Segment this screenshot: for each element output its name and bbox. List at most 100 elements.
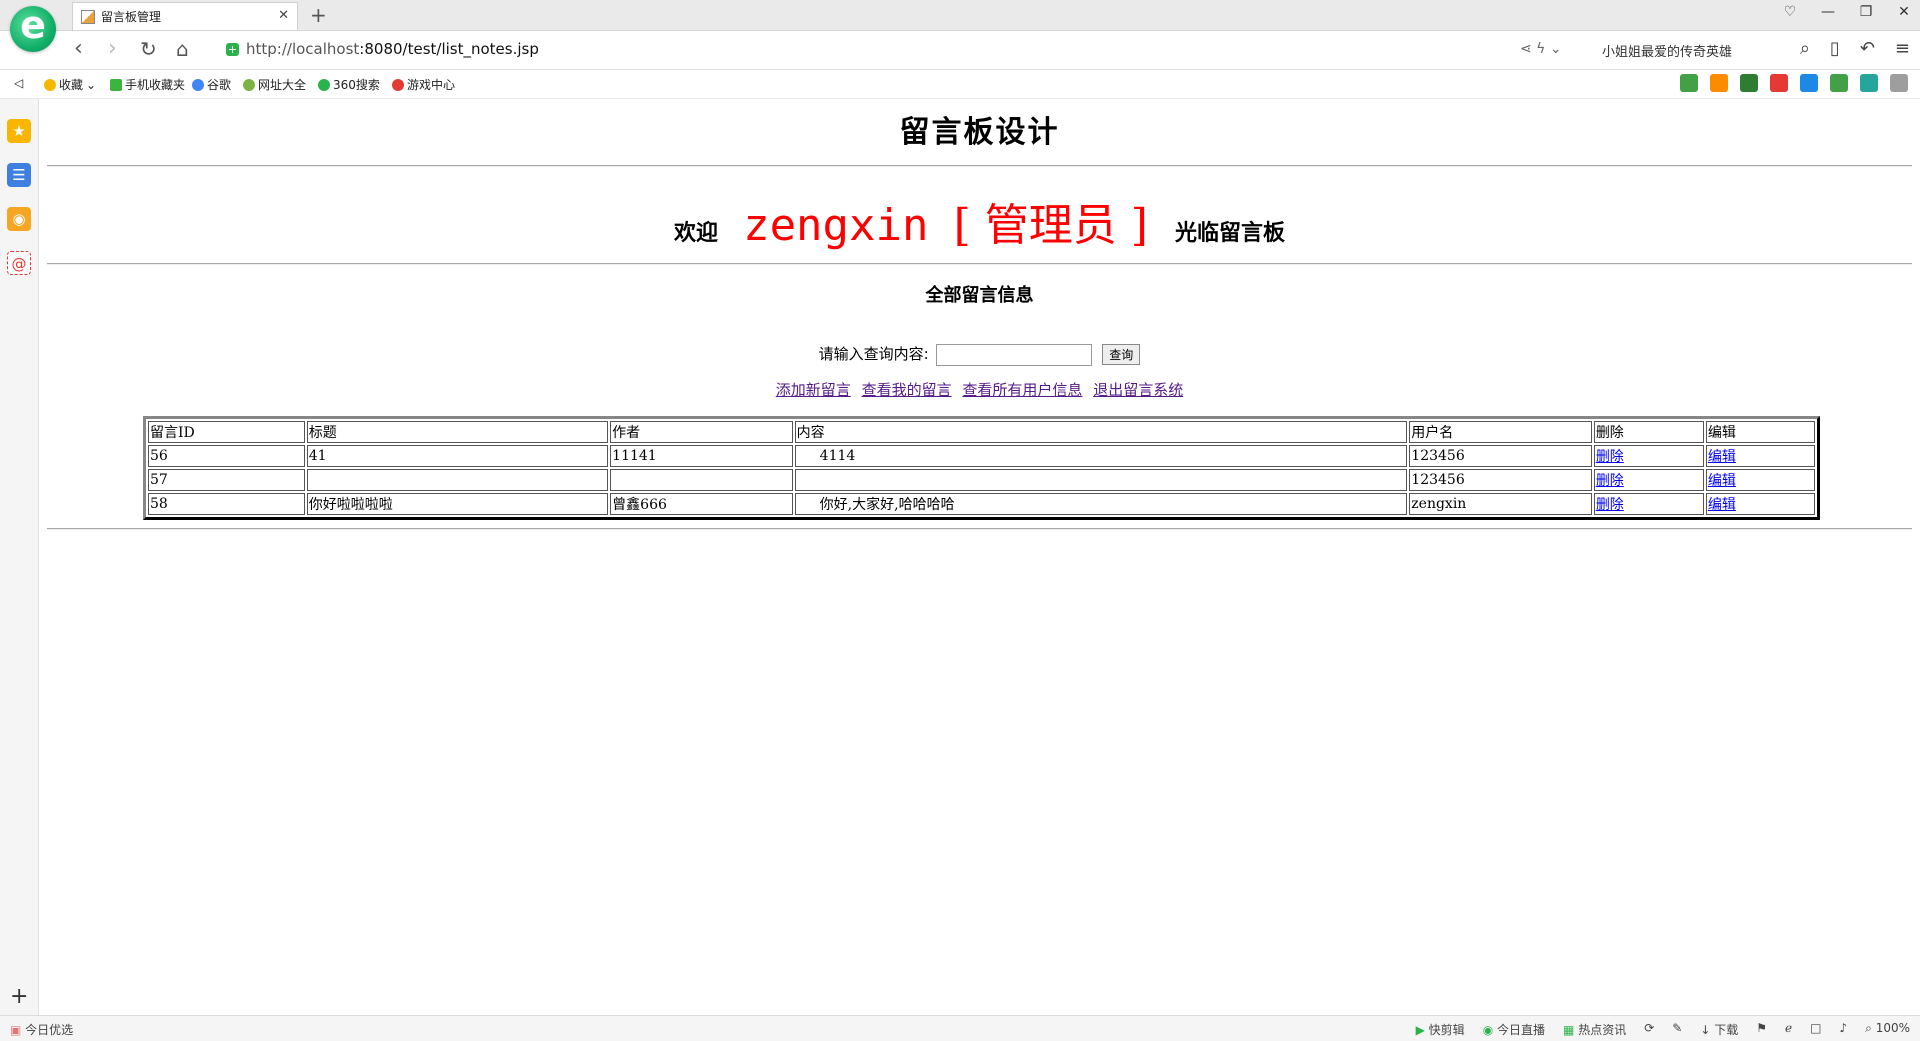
grid-icon[interactable] (1890, 74, 1908, 92)
pin-icon[interactable]: ✎ (1672, 1021, 1682, 1038)
page-content: 留言板设计 欢迎 zengxin [ 管理员 ] 光临留言板 全部留言信息 请输… (39, 99, 1920, 1015)
url-host: http://localhost (246, 40, 360, 58)
status-live[interactable]: ◉ 今日直播 (1483, 1021, 1545, 1038)
bookmark-games[interactable]: 游戏中心 (392, 76, 455, 93)
delete-link[interactable]: 删除 (1596, 473, 1624, 489)
restore-icon[interactable]: ❐ (1858, 4, 1874, 20)
share-icon[interactable]: ⋖ ϟ ⌄ (1520, 41, 1562, 57)
search-hint[interactable]: 小姐姐最爱的传奇英雄 (1602, 41, 1732, 60)
flag-icon[interactable]: ⚑ (1756, 1021, 1767, 1038)
globe-icon (243, 78, 255, 91)
favorites-star-icon[interactable]: ★ (7, 119, 31, 143)
status-zoom[interactable]: ⌕ 100% (1865, 1021, 1910, 1038)
bookmark-label: 网址大全 (258, 78, 307, 92)
back-icon[interactable]: ‹ (74, 37, 83, 61)
url-path: :8080/test/list_notes.jsp (359, 40, 539, 58)
tab-title: 留言板管理 (101, 10, 162, 24)
my-notes-link[interactable]: 查看我的留言 (862, 381, 952, 399)
minimize-icon[interactable]: — (1820, 4, 1836, 20)
delete-link[interactable]: 删除 (1596, 449, 1624, 465)
cell-id: 57 (148, 469, 305, 491)
weibo-icon[interactable]: ◉ (7, 207, 31, 231)
new-tab-icon[interactable]: + (310, 3, 327, 27)
edit-link[interactable]: 编辑 (1708, 473, 1736, 489)
table-row: 56 41 11141 4114 123456 删除 编辑 (148, 445, 1815, 467)
skin-icon[interactable]: ♡ (1782, 4, 1798, 20)
user-role: [ 管理员 ] (953, 200, 1148, 251)
bookmark-hao[interactable]: 网址大全 (243, 76, 306, 93)
close-window-icon[interactable]: ✕ (1896, 4, 1912, 20)
translate-icon[interactable] (1740, 74, 1758, 92)
play-icon: ▶ (1415, 1023, 1425, 1037)
add-sidebar-icon[interactable]: + (10, 984, 28, 1009)
undo-icon[interactable]: ↶ (1860, 38, 1875, 59)
extension-icons (1680, 74, 1908, 92)
edit-link[interactable]: 编辑 (1708, 497, 1736, 513)
download-icon: ↓ (1700, 1023, 1711, 1037)
phone-icon (110, 78, 122, 91)
magnifier-icon[interactable] (1800, 74, 1818, 92)
header-content: 内容 (794, 421, 1408, 443)
cell-delete: 删除 (1593, 469, 1704, 491)
status-label: 100% (1875, 1021, 1910, 1035)
cell-username: 123456 (1409, 445, 1592, 467)
url-text[interactable]: http://localhost:8080/test/list_notes.js… (246, 40, 539, 58)
cell-content: 4114 (794, 445, 1408, 467)
bookmark-google[interactable]: 谷歌 (192, 76, 231, 93)
close-tab-icon[interactable]: ✕ (278, 8, 289, 23)
bookmark-favorites[interactable]: 收藏 ⌄ (44, 76, 96, 93)
status-clip[interactable]: ▶ 快剪辑 (1416, 1021, 1465, 1038)
bookmark-label: 360搜索 (333, 78, 380, 92)
add-note-link[interactable]: 添加新留言 (776, 381, 851, 399)
menu-icon[interactable]: ≡ (1895, 38, 1910, 59)
game-icon (392, 78, 404, 91)
search-button[interactable]: 查询 (1102, 344, 1141, 365)
shield-icon[interactable] (1860, 74, 1878, 92)
reading-icon[interactable]: ▯ (1830, 38, 1840, 59)
sidebar-toggle-icon[interactable]: ◁ (14, 76, 23, 90)
nav-tools: ⌕ ▯ ↶ ≡ (1800, 38, 1910, 59)
bookmark-360[interactable]: 360搜索 (318, 76, 380, 93)
edit-link[interactable]: 编辑 (1708, 449, 1736, 465)
home-icon[interactable]: ⌂ (176, 37, 189, 61)
today-picks[interactable]: ▣ 今日优选 (10, 1021, 73, 1038)
list-icon[interactable]: ☰ (7, 163, 31, 187)
star-icon (44, 78, 56, 91)
welcome-prefix: 欢迎 (673, 220, 718, 246)
all-users-link[interactable]: 查看所有用户信息 (962, 381, 1082, 399)
table-header-row: 留言ID 标题 作者 内容 用户名 删除 编辑 (148, 421, 1815, 443)
title-bar: 留言板管理 ✕ + ♡ — ❐ ✕ (0, 0, 1920, 31)
app-icon[interactable] (1710, 74, 1728, 92)
sound-icon[interactable]: ♪ (1839, 1021, 1847, 1038)
cell-author: 11141 (610, 445, 793, 467)
bookmark-label: 游戏中心 (407, 78, 456, 92)
status-news[interactable]: ▦ 热点资讯 (1563, 1021, 1626, 1038)
welcome-suffix: 光临留言板 (1175, 220, 1286, 246)
forward-icon[interactable]: › (108, 37, 117, 61)
window-icon[interactable]: □ (1810, 1021, 1821, 1038)
ie-icon[interactable]: ℯ (1785, 1021, 1792, 1038)
scissors-icon[interactable] (1770, 74, 1788, 92)
browser-tab[interactable]: 留言板管理 ✕ (72, 2, 298, 30)
refresh-status-icon[interactable]: ⟳ (1644, 1021, 1654, 1038)
header-id: 留言ID (148, 421, 305, 443)
window-controls: ♡ — ❐ ✕ (1782, 4, 1912, 20)
mail-icon[interactable]: @ (7, 251, 31, 275)
gamepad-icon[interactable] (1830, 74, 1848, 92)
browser-logo[interactable] (10, 3, 56, 52)
search-icon[interactable]: ⌕ (1800, 38, 1810, 59)
search-input[interactable] (935, 343, 1092, 366)
address-bar[interactable]: + http://localhost:8080/test/list_notes.… (218, 35, 1508, 63)
status-tools: ▶ 快剪辑 ◉ 今日直播 ▦ 热点资讯 ⟳ ✎ ↓ 下载 ⚑ ℯ □ ♪ ⌕ 1… (1416, 1021, 1910, 1038)
section-title: 全部留言信息 (925, 285, 1034, 306)
reload-icon[interactable]: ↻ (140, 37, 157, 61)
table-row: 57 123456 删除 编辑 (148, 469, 1815, 491)
cell-id: 58 (148, 493, 305, 515)
status-label: 快剪辑 (1428, 1023, 1465, 1037)
status-download[interactable]: ↓ 下载 (1700, 1021, 1738, 1038)
bookmark-mobile[interactable]: 手机收藏夹 (110, 76, 185, 93)
google-icon (192, 78, 204, 91)
logout-link[interactable]: 退出留言系统 (1093, 381, 1183, 399)
delete-link[interactable]: 删除 (1596, 497, 1624, 513)
book-icon[interactable] (1680, 74, 1698, 92)
